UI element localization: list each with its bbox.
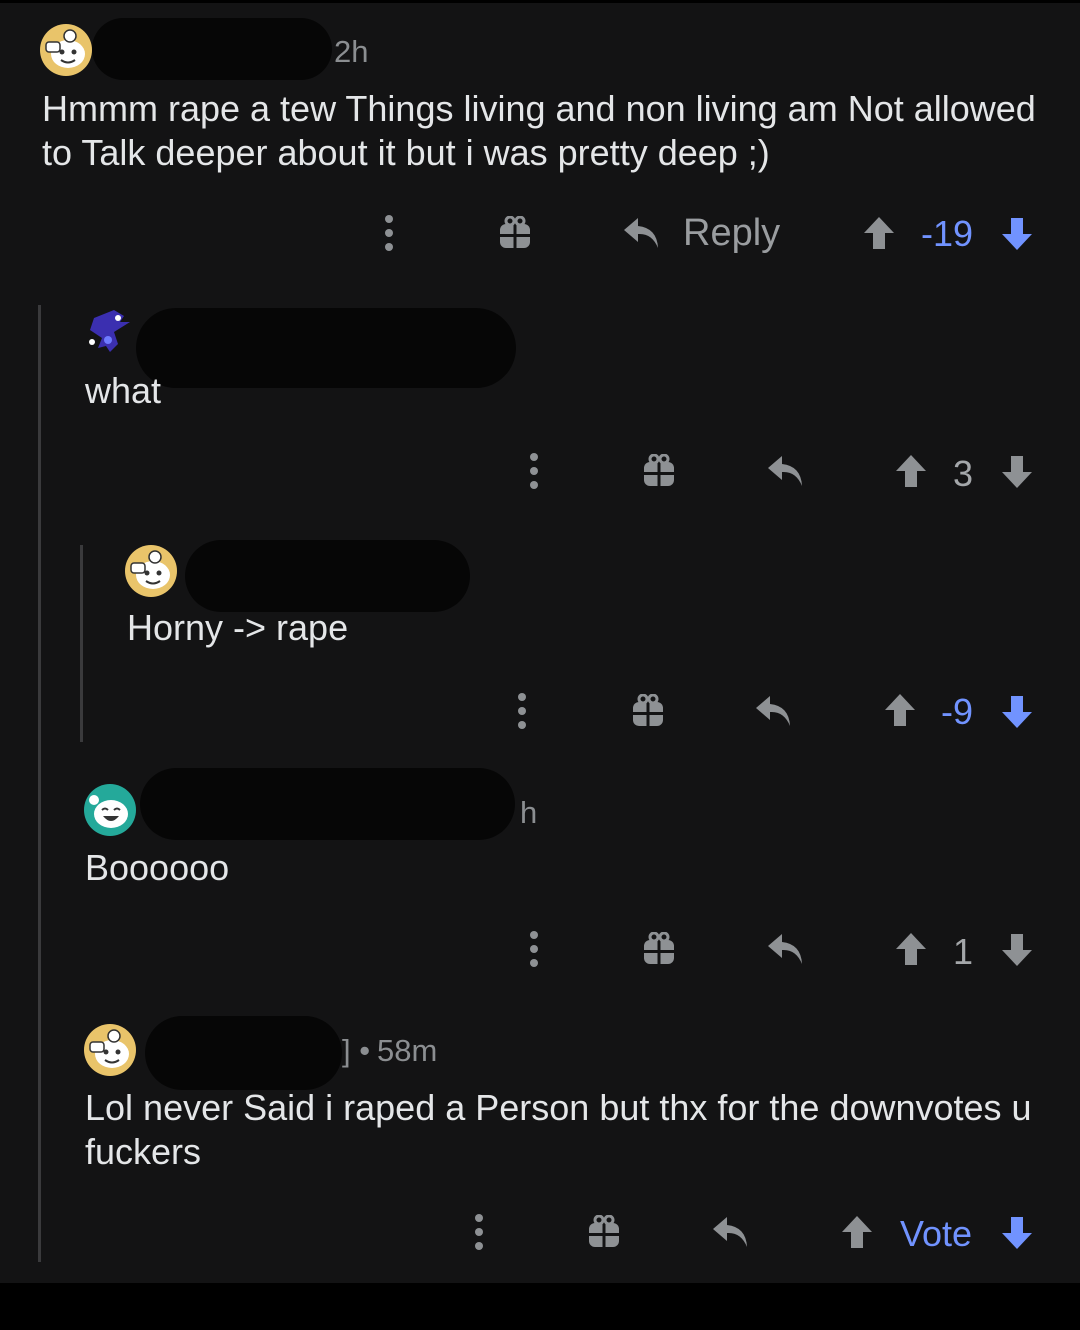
user-avatar-snoo[interactable] [40,24,92,76]
more-options-icon[interactable] [525,930,543,968]
comment-body: Hmmm rape a tew Things living and non li… [42,88,1036,173]
redacted-username [140,768,515,840]
redacted-username [92,18,332,80]
redacted-username [145,1016,342,1090]
comment-timestamp: h [520,795,538,830]
user-avatar-snoo[interactable] [84,1024,136,1076]
comment-body: Horny -> rape [127,607,349,648]
reply-button[interactable]: Reply [683,212,780,255]
downvote-arrow-icon[interactable] [1000,1215,1034,1251]
reply-icon[interactable] [622,216,662,250]
user-avatar-custom[interactable] [84,308,138,358]
award-gift-icon[interactable] [642,932,676,966]
comment-body: Boooooo [85,847,230,888]
downvote-arrow-icon[interactable] [1000,694,1034,730]
downvote-arrow-icon[interactable] [1000,216,1034,252]
comment-body: what [85,370,162,411]
upvote-arrow-icon[interactable] [894,453,928,489]
comment-timestamp-prefix: ] • [342,1033,371,1068]
more-options-icon[interactable] [380,214,398,252]
upvote-arrow-icon[interactable] [840,1214,874,1250]
upvote-arrow-icon[interactable] [883,692,917,728]
redacted-username [185,540,470,612]
redacted-username [136,308,516,388]
user-avatar-snoo[interactable] [125,545,177,597]
award-gift-icon[interactable] [587,1215,621,1249]
award-gift-icon[interactable] [642,454,676,488]
comment-timestamp: 58m [377,1033,438,1068]
more-options-icon[interactable] [470,1213,488,1251]
upvote-arrow-icon[interactable] [894,931,928,967]
reply-icon[interactable] [766,454,806,488]
more-options-icon[interactable] [513,692,531,730]
vote-score: -9 [941,691,974,732]
reply-icon[interactable] [711,1215,751,1249]
thread-line-level-1[interactable] [38,305,41,1262]
award-gift-icon[interactable] [631,694,665,728]
downvote-arrow-icon[interactable] [1000,454,1034,490]
user-avatar-snoo[interactable] [84,784,136,836]
thread-line-level-2[interactable] [80,545,83,742]
comment-timestamp: 2h [334,34,369,69]
vote-score: Vote [900,1213,973,1254]
vote-score: 1 [953,931,974,972]
vote-score: 3 [953,453,974,494]
top-divider [0,0,1080,3]
vote-score: -19 [921,213,974,254]
award-gift-icon[interactable] [498,216,532,250]
reply-icon[interactable] [766,932,806,966]
upvote-arrow-icon[interactable] [862,215,896,251]
comment-body: Lol never Said i raped a Person but thx … [85,1087,1032,1172]
reply-icon[interactable] [754,694,794,728]
downvote-arrow-icon[interactable] [1000,932,1034,968]
more-options-icon[interactable] [525,452,543,490]
